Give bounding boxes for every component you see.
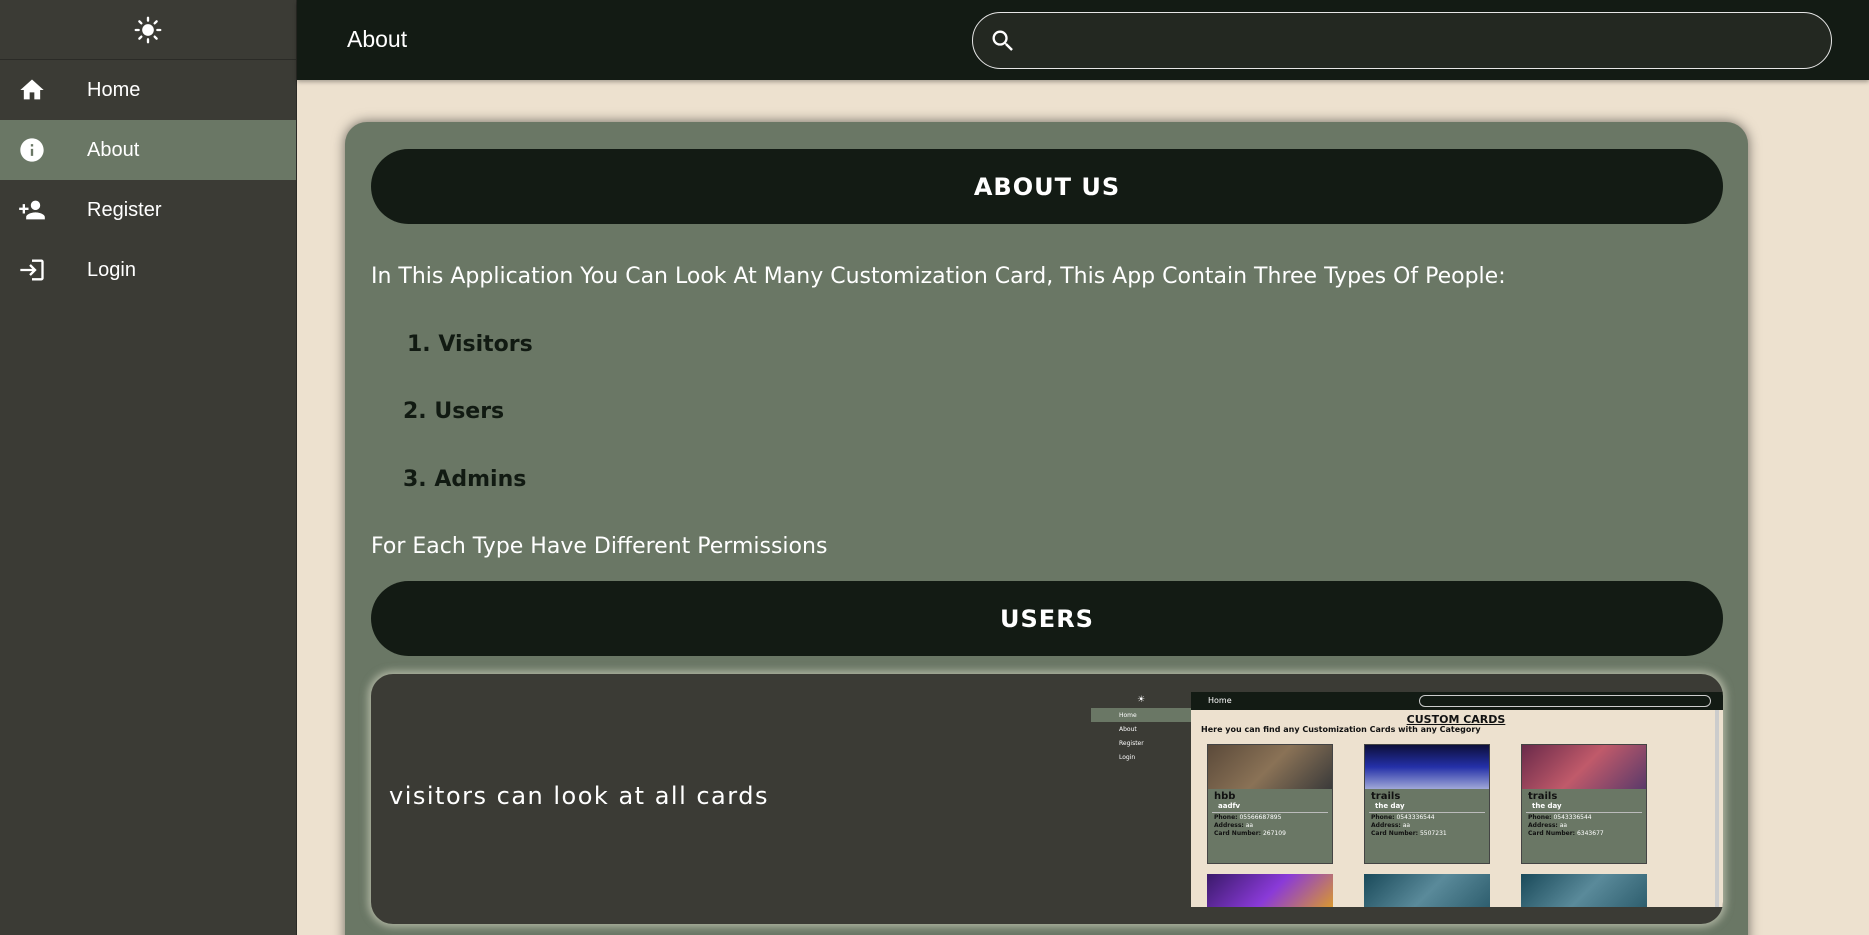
permissions-text: For Each Type Have Different Permissions: [371, 534, 828, 559]
thumb-topbar: Home: [1191, 692, 1723, 710]
thumb-card-phone: Phone: 0543336544: [1528, 814, 1592, 821]
thumb-card: hbb aadfv Phone: 05566687895 Address: aa…: [1207, 744, 1333, 864]
type-admins: 3. Admins: [403, 467, 527, 492]
thumb-card-image: [1364, 874, 1490, 907]
info-icon: [0, 136, 64, 164]
sidebar-item-label: Register: [87, 198, 162, 221]
sidebar-item-login[interactable]: Login: [0, 240, 296, 300]
thumb-card-image: [1208, 745, 1332, 789]
about-card: ABOUT US In This Application You Can Loo…: [345, 122, 1748, 935]
app-screenshot: ☀ Home About Register Login Home CUSTOM …: [1091, 692, 1723, 907]
thumb-card-number: Card Number: 267109: [1214, 830, 1286, 837]
thumb-card-phone: Phone: 05566687895: [1214, 814, 1282, 821]
sidebar: Home About Register Login: [0, 0, 297, 935]
thumb-nav-item: Register: [1119, 739, 1144, 747]
sidebar-item-label: Login: [87, 258, 136, 281]
sun-icon[interactable]: [134, 16, 162, 44]
login-icon: [0, 256, 64, 284]
sidebar-item-label: About: [87, 138, 140, 161]
thumb-sun-icon: ☀: [1136, 695, 1146, 705]
thumb-sidebar: ☀ Home About Register Login: [1091, 692, 1191, 907]
search-bar[interactable]: [972, 12, 1832, 69]
add-user-icon: [0, 196, 64, 224]
thumb-card: trails the day Phone: 0543336544 Address…: [1364, 744, 1490, 864]
thumb-nav-item: Home: [1091, 708, 1191, 722]
thumb-card-address: Address: aa: [1371, 822, 1411, 829]
thumb-card-title: hbb: [1214, 791, 1236, 802]
sidebar-item-register[interactable]: Register: [0, 180, 296, 240]
search-icon: [992, 30, 1013, 51]
thumb-card-title: trails: [1371, 791, 1401, 802]
top-app-bar: About: [297, 0, 1869, 80]
type-visitors: 1. Visitors: [407, 332, 533, 357]
thumb-page-title: Home: [1208, 696, 1232, 705]
intro-text: In This Application You Can Look At Many…: [371, 264, 1506, 289]
thumb-card-phone: Phone: 0543336544: [1371, 814, 1435, 821]
feature-card: visitors can look at all cards ☀ Home Ab…: [371, 674, 1723, 924]
theme-toggle[interactable]: [0, 0, 296, 60]
thumb-card-number: Card Number: 5507231: [1371, 830, 1447, 837]
about-us-heading: ABOUT US: [371, 149, 1723, 224]
thumb-card-address: Address: aa: [1214, 822, 1254, 829]
sidebar-item-about[interactable]: About: [0, 120, 296, 180]
thumb-card-subtitle: the day: [1526, 802, 1642, 813]
thumb-card-title: trails: [1528, 791, 1558, 802]
sidebar-item-label: Home: [87, 78, 141, 101]
thumb-card: trails the day Phone: 0543336544 Address…: [1521, 744, 1647, 864]
page-title: About: [347, 26, 408, 52]
search-input[interactable]: [1029, 13, 1831, 68]
thumb-nav-item: About: [1119, 725, 1137, 733]
feature-text: visitors can look at all cards: [389, 782, 769, 810]
thumb-card-image: [1365, 745, 1489, 789]
thumb-scrollbar: [1715, 710, 1719, 907]
thumb-card-number: Card Number: 6343677: [1528, 830, 1604, 837]
users-heading: USERS: [371, 581, 1723, 656]
thumb-subheading: Here you can find any Customization Card…: [1201, 725, 1481, 734]
thumb-card-image: [1207, 874, 1333, 907]
thumb-card-subtitle: the day: [1369, 802, 1485, 813]
thumb-card-image: [1521, 874, 1647, 907]
thumb-card-image: [1522, 745, 1646, 789]
thumb-search: [1419, 695, 1711, 707]
type-users: 2. Users: [403, 399, 505, 424]
thumb-card-subtitle: aadfv: [1212, 802, 1328, 813]
thumb-nav-item: Login: [1119, 753, 1136, 761]
sidebar-item-home[interactable]: Home: [0, 60, 296, 120]
home-icon: [0, 76, 64, 104]
thumb-card-address: Address: aa: [1528, 822, 1568, 829]
